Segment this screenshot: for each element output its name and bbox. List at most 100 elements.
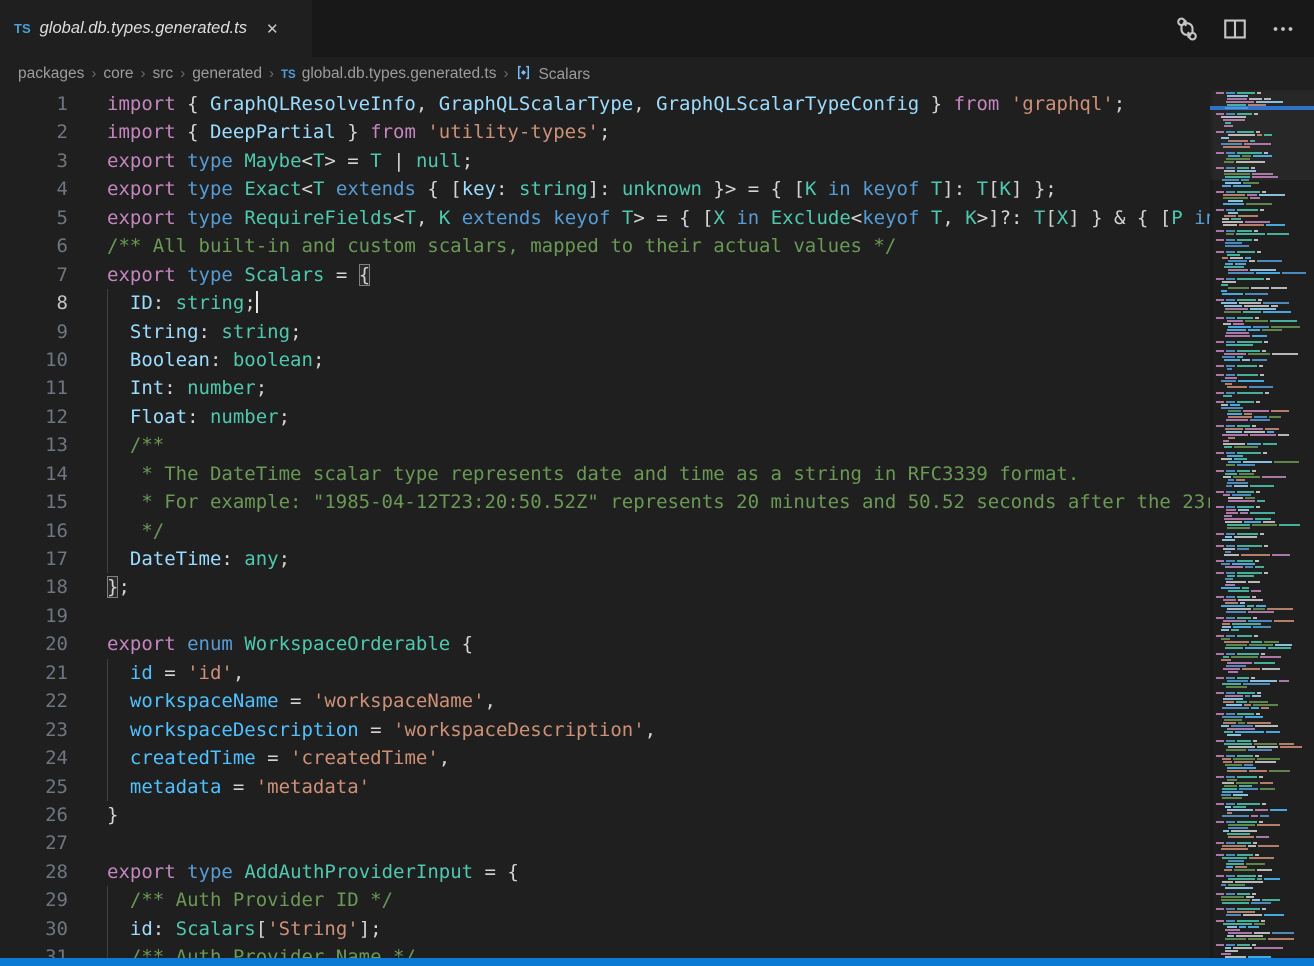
minimap-line [1216,482,1314,484]
minimap-line [1216,518,1314,520]
minimap-line [1216,671,1314,673]
split-editor-icon[interactable] [1222,16,1248,42]
code-line[interactable]: 24 createdTime = 'createdTime', [0,744,1210,772]
code-text: export type AddAuthProviderInput = { [107,858,519,886]
code-line[interactable]: 8 ID: string; [0,289,1210,317]
code-line[interactable]: 28export type AddAuthProviderInput = { [0,858,1210,886]
minimap-line [1216,644,1314,646]
tab-title: global.db.types.generated.ts [40,19,247,38]
minimap-line [1216,707,1314,709]
line-number: 6 [0,232,68,260]
minimap[interactable] [1210,90,1314,958]
code-line[interactable]: 7export type Scalars = { [0,261,1210,289]
minimap-line [1216,800,1314,802]
code-line[interactable]: 27 [0,829,1210,857]
breadcrumb-item-src[interactable]: src [153,65,174,83]
open-changes-icon[interactable] [1174,16,1200,42]
symbol-type-icon [515,64,532,81]
minimap-line [1216,284,1314,286]
minimap-line [1216,887,1314,889]
code-line[interactable]: 25 metadata = 'metadata' [0,773,1210,801]
code-line[interactable]: 18}; [0,573,1210,601]
minimap-line [1216,581,1314,583]
minimap-line [1216,365,1314,367]
minimap-line [1216,788,1314,790]
breadcrumb-item-symbol[interactable]: Scalars [515,64,590,84]
minimap-line [1216,602,1314,604]
minimap-line [1216,695,1314,697]
line-number: 11 [0,374,68,402]
breadcrumb-item-packages[interactable]: packages [18,65,84,83]
code-text: }; [107,573,130,601]
code-lines: 1import { GraphQLResolveInfo, GraphQLSca… [0,90,1210,958]
minimap-line [1216,680,1314,682]
code-line[interactable]: 23 workspaceDescription = 'workspaceDesc… [0,716,1210,744]
tab-bar: TS global.db.types.generated.ts ✕ [0,0,1314,57]
minimap-line [1216,527,1314,529]
code-line[interactable]: 12 Float: number; [0,403,1210,431]
line-number: 18 [0,573,68,601]
breadcrumb-item-generated[interactable]: generated [192,65,262,83]
minimap-line [1216,851,1314,853]
line-number: 29 [0,886,68,914]
minimap-line [1216,341,1314,343]
code-line[interactable]: 15 * For example: "1985-04-12T23:20:50.5… [0,488,1210,516]
code-line[interactable]: 10 Boolean: boolean; [0,346,1210,374]
code-line[interactable]: 14 * The DateTime scalar type represents… [0,460,1210,488]
breadcrumb-item-file[interactable]: TSglobal.db.types.generated.ts [281,65,496,83]
minimap-line [1216,503,1314,505]
minimap-line [1216,401,1314,403]
code-line[interactable]: 22 workspaceName = 'workspaceName', [0,687,1210,715]
code-text: } [107,801,118,829]
minimap-line [1216,713,1314,715]
code-text: /** Auth Provider ID */ [107,886,393,914]
minimap-line [1216,665,1314,667]
minimap-line [1216,662,1314,664]
code-line[interactable]: 26} [0,801,1210,829]
minimap-line [1216,941,1314,943]
close-tab-icon[interactable]: ✕ [266,20,279,38]
code-line[interactable]: 20export enum WorkspaceOrderable { [0,630,1210,658]
code-line[interactable]: 21 id = 'id', [0,659,1210,687]
code-line[interactable]: 19 [0,602,1210,630]
code-line[interactable]: 11 Int: number; [0,374,1210,402]
more-actions-icon[interactable] [1270,16,1296,42]
code-line[interactable]: 1import { GraphQLResolveInfo, GraphQLSca… [0,90,1210,118]
code-line[interactable]: 17 DateTime: any; [0,545,1210,573]
code-line[interactable]: 16 */ [0,517,1210,545]
minimap-line [1216,908,1314,910]
breadcrumb-item-core[interactable]: core [103,65,133,83]
minimap-line [1216,569,1314,571]
minimap-line [1216,689,1314,691]
code-line[interactable]: 30 id: Scalars['String']; [0,915,1210,943]
minimap-line [1216,821,1314,823]
code-line[interactable]: 9 String: string; [0,318,1210,346]
line-number: 16 [0,517,68,545]
code-line[interactable]: 13 /** [0,431,1210,459]
code-line[interactable]: 29 /** Auth Provider ID */ [0,886,1210,914]
minimap-line [1216,626,1314,628]
minimap-line [1216,842,1314,844]
chevron-right-icon: › [269,65,274,82]
minimap-line [1216,734,1314,736]
minimap-line [1216,935,1314,937]
code-line[interactable]: 2import { DeepPartial } from 'utility-ty… [0,118,1210,146]
tab-global-db-types[interactable]: TS global.db.types.generated.ts ✕ [0,0,312,57]
minimap-line [1216,863,1314,865]
code-text: export type Exact<T extends { [key: stri… [107,175,1057,203]
code-line[interactable]: 5export type RequireFields<T, K extends … [0,204,1210,232]
minimap-line [1216,521,1314,523]
code-editor[interactable]: 1import { GraphQLResolveInfo, GraphQLSca… [0,90,1210,958]
code-line[interactable]: 4export type Exact<T extends { [key: str… [0,175,1210,203]
code-text: import { DeepPartial } from 'utility-typ… [107,118,610,146]
code-line[interactable]: 31 /** Auth Provider Name */ [0,943,1210,958]
code-line[interactable]: 3export type Maybe<T> = T | null; [0,147,1210,175]
minimap-line [1216,836,1314,838]
minimap-line [1216,470,1314,472]
minimap-line [1216,275,1314,277]
code-line[interactable]: 6/** All built-in and custom scalars, ma… [0,232,1210,260]
minimap-line [1216,869,1314,871]
minimap-line [1216,764,1314,766]
minimap-line [1216,899,1314,901]
minimap-line [1216,305,1314,307]
